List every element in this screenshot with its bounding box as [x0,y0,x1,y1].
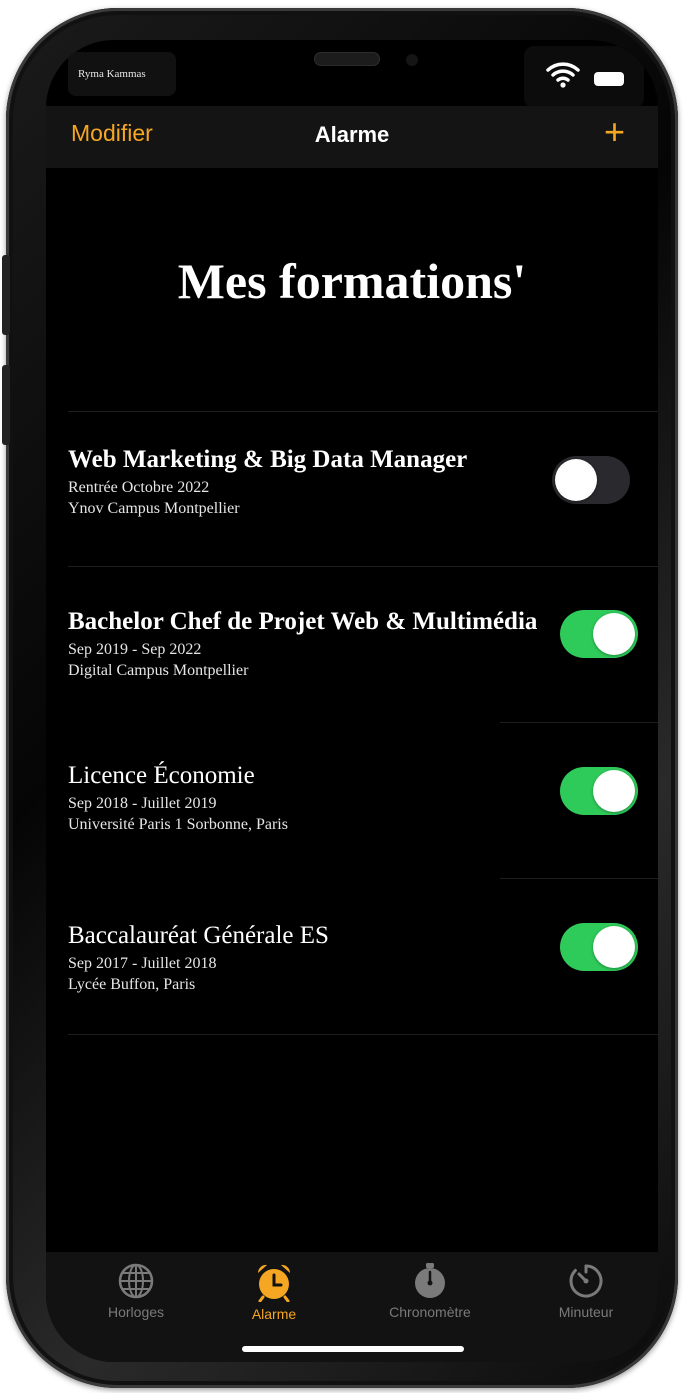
battery-icon [594,72,624,86]
tab-label: Minuteur [558,1304,614,1320]
divider [68,566,658,567]
tab-horloges[interactable]: Horloges [66,1262,206,1320]
navigation-bar: Modifier Alarme + [46,106,658,168]
tab-label: Chronomètre [389,1304,471,1320]
globe-icon [118,1263,154,1299]
tab-label: Alarme [251,1306,297,1322]
divider [68,411,658,412]
timer-icon [569,1264,603,1298]
divider [500,722,658,723]
speaker [314,52,380,66]
notch [206,40,502,92]
tab-minuteur[interactable]: Minuteur [516,1262,656,1320]
item-school: Université Paris 1 Sorbonne, Paris [68,816,288,833]
divider [68,1034,658,1035]
side-button [2,365,10,445]
screen: Ryma Kammas Modifier Alarme + Mes format… [46,40,658,1362]
toggle-knob [593,926,635,968]
status-indicators [524,46,644,108]
tab-alarme[interactable]: Alarme [204,1262,344,1322]
divider [500,878,658,879]
home-indicator[interactable] [242,1346,464,1352]
side-button [2,255,10,335]
toggle-switch[interactable] [552,456,630,504]
toggle-knob [593,770,635,812]
alarm-clock-icon [257,1264,291,1302]
toggle-switch[interactable] [560,610,638,658]
nav-title: Alarme [314,122,390,147]
stopwatch-icon [415,1263,445,1298]
page-title: Mes formations' [177,253,527,309]
tab-label: Horloges [107,1304,165,1320]
wifi-icon [546,62,580,88]
item-school: Digital Campus Montpellier [68,662,249,679]
toggle-switch[interactable] [560,923,638,971]
add-button[interactable]: + [604,112,625,152]
item-school: Lycée Buffon, Paris [68,976,196,993]
toggle-knob [593,613,635,655]
tab-chronometre[interactable]: Chronomètre [360,1262,500,1320]
toggle-knob [555,459,597,501]
carrier-label: Ryma Kammas [68,52,176,96]
toggle-switch[interactable] [560,767,638,815]
camera [406,54,418,66]
